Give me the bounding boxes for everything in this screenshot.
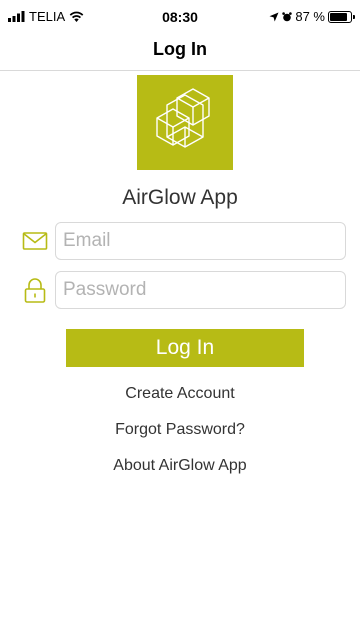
login-button[interactable]: Log In bbox=[66, 329, 304, 367]
password-row bbox=[22, 271, 346, 309]
status-bar: TELIA 08:30 87 % bbox=[0, 0, 360, 32]
navigation-bar: Log In bbox=[0, 32, 360, 71]
location-icon bbox=[269, 12, 279, 21]
battery-level-fill bbox=[330, 12, 347, 21]
status-right: 87 % bbox=[269, 9, 355, 24]
hexagon-cubes-logo bbox=[156, 88, 210, 148]
battery-percent: 87 % bbox=[295, 9, 325, 24]
create-account-link[interactable]: Create Account bbox=[0, 385, 360, 403]
forgot-password-link[interactable]: Forgot Password? bbox=[0, 421, 360, 439]
app-name: AirGlow App bbox=[122, 186, 238, 209]
page-title: Log In bbox=[153, 39, 207, 59]
lock-icon bbox=[24, 278, 46, 303]
battery-icon bbox=[328, 10, 355, 23]
password-field[interactable] bbox=[55, 271, 346, 309]
email-field[interactable] bbox=[55, 222, 346, 260]
email-row bbox=[22, 222, 346, 260]
about-app-link[interactable]: About AirGlow App bbox=[0, 457, 360, 475]
app-logo bbox=[137, 75, 233, 170]
mail-icon bbox=[22, 232, 48, 250]
alarm-icon bbox=[282, 11, 293, 21]
